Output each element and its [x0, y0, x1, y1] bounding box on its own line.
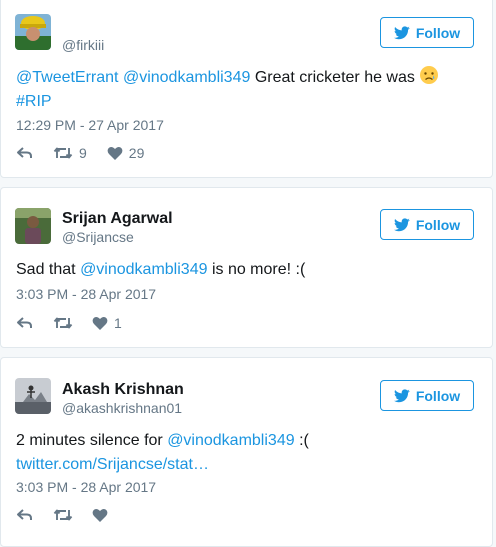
user-handle[interactable]: @Srijancse [62, 229, 134, 245]
avatar[interactable] [15, 14, 51, 50]
tweet-text-part: is no more! :( [211, 261, 306, 278]
follow-label: Follow [415, 24, 461, 41]
reply-icon [17, 317, 32, 328]
user-display-name[interactable]: Akash Krishnan [62, 381, 184, 399]
like-count: 1 [114, 315, 122, 331]
crying-face-emoji [420, 66, 439, 84]
heart-icon [92, 508, 108, 522]
retweet-button[interactable] [53, 507, 73, 523]
user-handle[interactable]: @firkiii [62, 37, 104, 53]
tweet-actions: 9 29 [16, 144, 144, 162]
twitter-bird-icon [393, 217, 410, 231]
tweet-card-2: Srijan Agarwal @Srijancse Follow Sad tha… [0, 187, 493, 348]
timestamp-link[interactable]: 3:03 PM - 28 Apr 2017 [16, 479, 156, 495]
like-button[interactable] [92, 508, 108, 523]
reply-icon [17, 147, 32, 158]
like-button[interactable]: 29 [107, 145, 145, 161]
retweet-icon [53, 147, 73, 159]
tweet-text: Sad that @vinodkambli349 is no more! :( [16, 258, 472, 282]
twitter-bird-icon [393, 25, 410, 39]
like-button[interactable]: 1 [92, 315, 122, 331]
mention-link[interactable]: @TweetErrant [16, 69, 119, 86]
user-display-name[interactable]: Srijan Agarwal [62, 210, 173, 228]
avatar[interactable] [15, 208, 51, 244]
reply-button[interactable] [16, 507, 34, 523]
tweet-card-3: Akash Krishnan @akashkrishnan01 Follow 2… [0, 357, 493, 547]
avatar-image-icon [15, 378, 51, 414]
tweet-text-part: Great cricketer he was [254, 69, 415, 86]
tweet-text-part: Sad that [16, 261, 76, 278]
follow-label: Follow [415, 387, 461, 404]
avatar-image-icon [15, 14, 51, 50]
user-handle[interactable]: @akashkrishnan01 [62, 400, 182, 416]
mention-link[interactable]: @vinodkambli349 [80, 261, 207, 278]
timestamp-link[interactable]: 3:03 PM - 28 Apr 2017 [16, 286, 156, 302]
reply-button[interactable] [16, 145, 34, 161]
tweet-text: @TweetErrant @vinodkambli349 Great crick… [16, 65, 472, 114]
twitter-bird-icon [393, 388, 410, 402]
hashtag-link[interactable]: #RIP [16, 93, 52, 110]
avatar[interactable] [15, 378, 51, 414]
heart-icon [92, 316, 108, 330]
like-count: 29 [128, 145, 145, 161]
tweet-text: 2 minutes silence for @vinodkambli349 :(… [16, 429, 472, 477]
avatar-image-icon [15, 208, 51, 244]
follow-button[interactable]: Follow [380, 380, 474, 411]
tweet-text-part: 2 minutes silence for [16, 432, 163, 449]
retweet-count: 9 [79, 145, 87, 161]
follow-label: Follow [415, 216, 461, 233]
mention-link[interactable]: @vinodkambli349 [167, 432, 294, 449]
retweet-icon [53, 317, 73, 329]
reply-icon [17, 509, 32, 520]
retweet-button[interactable]: 9 [53, 145, 87, 161]
tweet-actions [16, 506, 108, 524]
mention-link[interactable]: @vinodkambli349 [123, 69, 250, 86]
tweet-actions: 1 [16, 314, 122, 332]
retweet-icon [53, 509, 73, 521]
retweet-button[interactable] [53, 315, 73, 331]
heart-icon [107, 146, 123, 160]
follow-button[interactable]: Follow [380, 209, 474, 240]
reply-button[interactable] [16, 315, 34, 331]
timestamp-link[interactable]: 12:29 PM - 27 Apr 2017 [16, 117, 164, 133]
follow-button[interactable]: Follow [380, 17, 474, 48]
tweet-card-1: @firkiii Follow @TweetErrant @vinodkambl… [0, 0, 493, 178]
tweet-text-part: :( [299, 432, 309, 449]
tweet-url-link[interactable]: twitter.com/Srijancse/stat… [16, 456, 209, 473]
